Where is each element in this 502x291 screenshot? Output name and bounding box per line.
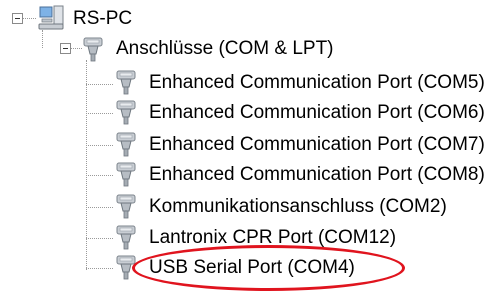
tree-connector xyxy=(23,18,36,19)
tree-node-port[interactable]: Enhanced Communication Port (COM6) xyxy=(149,102,485,124)
tree-connector xyxy=(86,207,113,208)
device-tree: RS-PC Anschlüsse (COM & LPT) Enhanced Co… xyxy=(0,0,502,291)
port-connector-icon xyxy=(114,162,138,188)
port-connector-icon xyxy=(114,70,138,96)
tree-node-rs-pc[interactable]: RS-PC xyxy=(73,8,132,30)
collapse-toggle-root[interactable] xyxy=(12,13,23,24)
computer-icon xyxy=(38,5,66,31)
port-connector-icon xyxy=(114,194,138,220)
tree-connector xyxy=(86,238,113,239)
collapse-toggle-ports[interactable] xyxy=(60,43,71,54)
tree-node-port[interactable]: Lantronix CPR Port (COM12) xyxy=(149,227,396,249)
port-connector-icon xyxy=(114,132,138,158)
tree-node-port[interactable]: Enhanced Communication Port (COM8) xyxy=(149,164,485,186)
tree-node-port[interactable]: Enhanced Communication Port (COM5) xyxy=(149,72,485,94)
port-connector-icon xyxy=(81,37,105,63)
port-connector-icon xyxy=(114,255,138,281)
tree-connector xyxy=(86,113,113,114)
tree-node-port[interactable]: Enhanced Communication Port (COM7) xyxy=(149,134,485,156)
tree-connector xyxy=(86,84,113,85)
tree-node-ports-category[interactable]: Anschlüsse (COM & LPT) xyxy=(116,38,334,60)
tree-node-usb-serial-port[interactable]: USB Serial Port (COM4) xyxy=(149,257,355,279)
tree-connector xyxy=(42,30,43,48)
tree-connector xyxy=(86,175,113,176)
port-connector-icon xyxy=(114,100,138,126)
port-connector-icon xyxy=(114,225,138,251)
tree-connector xyxy=(86,268,113,269)
tree-connector xyxy=(86,145,113,146)
tree-node-port[interactable]: Kommunikationsanschluss (COM2) xyxy=(149,196,447,218)
